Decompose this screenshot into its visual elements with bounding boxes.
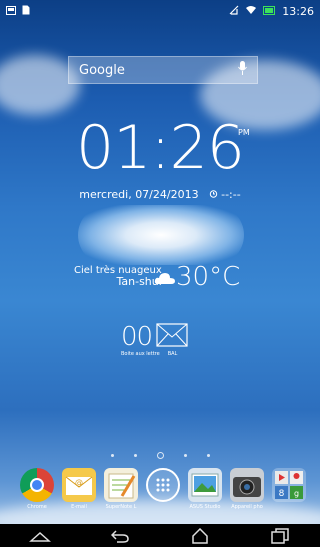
svg-text:g: g (294, 489, 299, 498)
supernote-icon (104, 468, 138, 502)
weather-info[interactable]: Ciel très nuageux Tan-shui (74, 265, 162, 287)
mail-labels: Boite aux lettre BAL (121, 351, 177, 357)
gallery-icon (188, 468, 222, 502)
home-icon[interactable] (185, 527, 215, 545)
google-apps-folder-icon: 8g (272, 468, 306, 502)
back-icon[interactable] (105, 527, 135, 545)
app-label: Chrome (27, 504, 47, 510)
app-email[interactable]: @ E-mail (59, 468, 99, 510)
date-text: mercredi, 07/24/2013 (79, 188, 199, 201)
no-sim-icon (229, 5, 239, 18)
svg-text:@: @ (75, 478, 83, 487)
camera-icon (230, 468, 264, 502)
app-asus-studio[interactable]: ASUS Studio (185, 468, 225, 510)
svg-text:8: 8 (279, 489, 285, 499)
cloud-weather-icon (154, 270, 176, 289)
recent-apps-icon[interactable] (265, 527, 295, 545)
page-dot[interactable] (183, 454, 187, 457)
weather-city: Tan-shui (116, 275, 162, 288)
page-dot[interactable] (206, 454, 210, 457)
alarm-time: --:-- (221, 188, 241, 201)
weather-image (78, 205, 244, 265)
app-label: SuperNote L (105, 504, 137, 510)
wifi-icon (245, 5, 257, 18)
app-label: ASUS Studio (189, 504, 221, 510)
app-label: E-mail (71, 504, 87, 510)
page-indicator (0, 452, 320, 459)
navigation-bar (0, 524, 320, 547)
mail-label-left: Boite aux lettre (121, 351, 160, 357)
google-search-bar[interactable]: Google (68, 56, 258, 84)
clock-widget[interactable]: 01:26 PM (0, 118, 320, 178)
page-dot-active[interactable] (156, 452, 164, 459)
app-google-folder[interactable]: 8g (269, 468, 309, 504)
envelope-icon (156, 323, 188, 351)
collapse-icon[interactable] (25, 527, 55, 545)
battery-icon (263, 5, 276, 18)
app-dock: Chrome @ E-mail SuperNote L ASUS Studio (0, 468, 320, 524)
status-time: 13:26 (282, 4, 314, 18)
page-dot[interactable] (133, 454, 137, 457)
app-drawer-icon (146, 468, 180, 502)
alarm-row: --:-- (209, 188, 241, 201)
date-row: mercredi, 07/24/2013 --:-- (0, 188, 320, 201)
app-camera[interactable]: Appareil pho (227, 468, 267, 510)
home-screen: 13:26 Google 01:26 PM mercredi, 07/24/20… (0, 0, 320, 547)
clock-ampm: PM (238, 128, 250, 137)
search-label: Google (79, 62, 125, 78)
app-supernote[interactable]: SuperNote L (101, 468, 141, 510)
app-drawer-button[interactable] (143, 468, 183, 504)
app-label: Appareil pho (231, 504, 263, 510)
mail-count: 00 (121, 322, 153, 352)
screenshot-icon (6, 5, 16, 18)
alarm-icon (209, 188, 222, 201)
document-icon (22, 5, 30, 18)
clock-time: 01:26 (76, 113, 245, 183)
status-bar: 13:26 (0, 0, 320, 22)
app-chrome[interactable]: Chrome (17, 468, 57, 510)
microphone-icon[interactable] (238, 61, 247, 79)
page-dot[interactable] (110, 454, 114, 457)
mail-widget[interactable]: 00 (121, 322, 188, 352)
mail-label-right: BAL (167, 351, 178, 357)
temperature: 30°C (176, 262, 241, 292)
email-icon: @ (62, 468, 96, 502)
chrome-icon (20, 468, 54, 502)
